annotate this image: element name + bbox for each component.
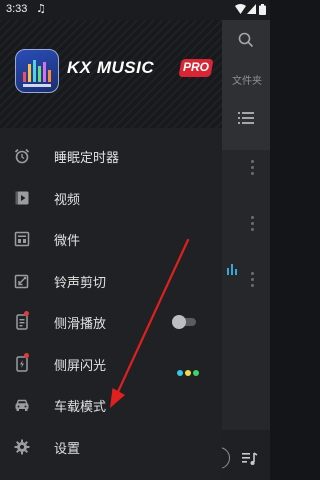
app-logo-icon bbox=[15, 49, 59, 93]
navigation-drawer: KX MUSIC PRO 睡眠定时器 视频 微件 铃声剪切 侧滑播放 侧屏闪光 … bbox=[0, 20, 222, 480]
gear-icon bbox=[14, 439, 30, 454]
drawer-menu: 睡眠定时器 视频 微件 铃声剪切 侧滑播放 侧屏闪光 车载模式 设置 bbox=[0, 135, 222, 467]
signal-icon bbox=[247, 4, 256, 14]
pro-badge: PRO bbox=[183, 60, 210, 74]
new-badge-dot bbox=[24, 352, 29, 358]
drawer-header: KX MUSIC PRO bbox=[0, 20, 222, 128]
menu-item-label: 侧屏闪光 bbox=[54, 358, 107, 374]
more-icon[interactable] bbox=[251, 216, 254, 234]
widget-icon bbox=[14, 231, 30, 247]
more-icon[interactable] bbox=[251, 160, 254, 178]
status-bar: 3:33 ♫ bbox=[0, 0, 270, 20]
menu-item-label: 侧滑播放 bbox=[54, 317, 107, 332]
menu-item-edge-flash[interactable]: 侧屏闪光 bbox=[0, 343, 222, 385]
battery-icon bbox=[259, 4, 266, 15]
tab-folders[interactable]: 文件夹 bbox=[232, 72, 262, 87]
app-name: KX MUSIC bbox=[67, 58, 155, 77]
flash-color-dots bbox=[177, 361, 201, 376]
menu-item-sleep-timer[interactable]: 睡眠定时器 bbox=[0, 135, 222, 177]
side-swipe-icon bbox=[16, 314, 28, 330]
flash-color-dot bbox=[185, 369, 191, 376]
new-badge-dot bbox=[24, 311, 29, 316]
side-swipe-toggle[interactable] bbox=[172, 315, 196, 329]
alarm-clock-icon bbox=[14, 148, 30, 164]
flash-color-dot bbox=[193, 369, 199, 376]
ringtone-cut-icon bbox=[14, 274, 29, 288]
menu-item-label: 睡眠定时器 bbox=[54, 151, 120, 166]
sort-list-icon[interactable] bbox=[238, 112, 254, 124]
video-icon bbox=[15, 191, 29, 204]
menu-item-label: 微件 bbox=[54, 234, 81, 249]
mini-player bbox=[208, 430, 270, 480]
music-note-icon: ♫ bbox=[36, 2, 46, 15]
menu-item-label: 铃声剪切 bbox=[54, 275, 107, 291]
menu-item-label: 车载模式 bbox=[54, 400, 107, 415]
menu-item-ringtone-cut[interactable]: 铃声剪切 bbox=[0, 260, 222, 302]
now-playing-eq-icon bbox=[227, 264, 237, 275]
flash-color-dot bbox=[177, 369, 183, 376]
background-app: 文件夹 bbox=[208, 20, 270, 480]
menu-item-label: 视频 bbox=[54, 192, 81, 208]
status-time: 3:33 bbox=[6, 3, 28, 15]
menu-item-settings[interactable]: 设置 bbox=[0, 426, 222, 468]
toggle-thumb bbox=[172, 315, 186, 329]
more-icon[interactable] bbox=[251, 272, 254, 290]
search-icon[interactable] bbox=[238, 32, 254, 48]
menu-item-video[interactable]: 视频 bbox=[0, 177, 222, 219]
car-icon bbox=[15, 399, 29, 411]
menu-item-car-mode[interactable]: 车载模式 bbox=[0, 384, 222, 426]
menu-item-side-swipe-play[interactable]: 侧滑播放 bbox=[0, 301, 222, 343]
menu-item-label: 设置 bbox=[54, 441, 81, 457]
playlist-icon[interactable] bbox=[242, 452, 258, 466]
edge-flash-icon bbox=[16, 355, 28, 372]
wifi-icon bbox=[235, 4, 246, 14]
menu-item-widget[interactable]: 微件 bbox=[0, 218, 222, 260]
background-app-header: 文件夹 bbox=[222, 20, 270, 150]
